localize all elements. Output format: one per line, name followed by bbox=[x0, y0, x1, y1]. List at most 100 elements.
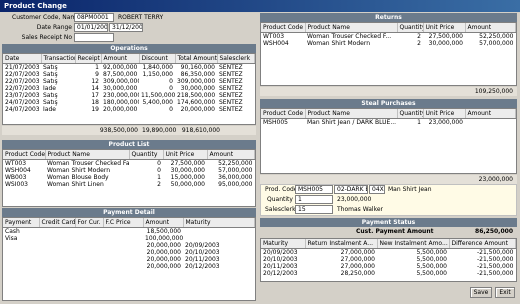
table-row[interactable]: WSI003 Woman Shirt Linen 2 50,000,000 95,000… bbox=[3, 181, 255, 188]
table-row[interactable]: 20/11/2003 27,000,000 5,500,000 -21,500,000 bbox=[261, 263, 516, 270]
table-row[interactable]: WT003 Woman Trouser Checked Fabric 0 27,500… bbox=[3, 159, 255, 167]
table-cell: 28,250,000 bbox=[340, 269, 375, 277]
col-quantity[interactable]: Quantity bbox=[397, 109, 424, 119]
table-cell: 1,150,000 bbox=[142, 70, 173, 78]
quantity-input[interactable]: 1 bbox=[295, 195, 333, 204]
col-unit-price[interactable]: Unit Price bbox=[423, 109, 466, 119]
table-row[interactable]: Cash 18,500,000 bbox=[3, 227, 255, 235]
table-row[interactable]: 24/07/2003 Satış 18 180,000,000 5,400,000 174… bbox=[3, 99, 255, 106]
exit-button[interactable]: Exit bbox=[495, 287, 515, 298]
col-return-instalment[interactable]: Return Instalment A... bbox=[305, 239, 378, 249]
table-cell bbox=[3, 263, 39, 270]
col-quantity[interactable]: Quantity bbox=[129, 150, 164, 160]
table-cell bbox=[103, 256, 143, 263]
table-row[interactable]: MSH005 Man Shirt Jean / DARK BLUE... 1 23,0… bbox=[261, 118, 516, 126]
col-maturity[interactable]: Maturity bbox=[261, 239, 306, 249]
table-cell: 20,000,000 bbox=[103, 105, 138, 113]
col-unit-price[interactable]: Unit Price bbox=[163, 150, 208, 160]
table-row[interactable]: 20/12/2003 28,250,000 5,500,000 -21,500,000 bbox=[261, 270, 516, 277]
sales-receipt-label: Sales Receipt No bbox=[21, 34, 72, 41]
table-row[interactable]: 20,000,000 20/09/2003 bbox=[3, 242, 255, 249]
table-cell: 24/07/2003 bbox=[5, 98, 40, 106]
table-cell: 0 bbox=[169, 105, 173, 113]
col-credit-card[interactable]: Credit Card bbox=[39, 218, 76, 228]
customer-code-input[interactable]: 08PM0001 bbox=[74, 13, 114, 22]
col-amount[interactable]: Amount bbox=[465, 23, 516, 33]
col-receipt[interactable]: Receipt bbox=[75, 54, 102, 64]
cust-payment-label: Cust. Payment Amount bbox=[356, 228, 434, 235]
table-row[interactable]: 22/07/2003 İade 14 30,000,000 0 30,000,000 SEN… bbox=[3, 85, 255, 92]
col-maturity[interactable]: Maturity bbox=[183, 218, 255, 228]
table-cell bbox=[39, 256, 75, 263]
date-range-label: Date Range bbox=[36, 24, 72, 31]
col-amount[interactable]: Amount bbox=[207, 150, 255, 160]
table-row[interactable]: WT003 Woman Trouser Checked F... 2 27,500,0… bbox=[261, 32, 516, 40]
table-cell: Woman Shirt Modern bbox=[307, 39, 370, 47]
table-row[interactable]: 20/09/2003 27,000,000 5,500,000 -21,500,000 bbox=[261, 248, 516, 256]
prod-code-input[interactable]: MSH005 bbox=[295, 185, 333, 194]
table-cell: 20,000,000 bbox=[146, 241, 181, 249]
table-row[interactable]: WSH004 Woman Shirt Modern 2 30,000,000 57,00… bbox=[261, 40, 516, 47]
table-row[interactable]: 21/07/2003 Satış 1 92,000,000 1,840,000 90,16… bbox=[3, 63, 255, 71]
col-for-cur[interactable]: For Cur. bbox=[75, 218, 104, 228]
table-row[interactable]: 20/10/2003 27,000,000 5,500,000 -21,500,000 bbox=[261, 256, 516, 263]
salesclerk-code-input[interactable]: 15 bbox=[295, 205, 333, 214]
table-cell: 22/07/2003 bbox=[5, 77, 40, 85]
table-cell: 57,000,000 bbox=[218, 166, 253, 174]
col-date[interactable]: Date bbox=[3, 54, 42, 64]
table-cell: 5,500,000 bbox=[416, 269, 447, 277]
table-row[interactable]: 20,000,000 20/12/2003 bbox=[3, 263, 255, 270]
col-discount[interactable]: Discount bbox=[139, 54, 176, 64]
col-payment[interactable]: Payment bbox=[3, 218, 40, 228]
table-cell: 20/10/2003 bbox=[185, 248, 220, 256]
cust-payment-amount: 86,250,000 bbox=[475, 228, 513, 235]
table-row[interactable]: 23/07/2003 Satış 17 230,000,000 11,500,000 21… bbox=[3, 92, 255, 99]
table-row[interactable]: 22/07/2003 Satış 9 87,500,000 1,150,000 86,35… bbox=[3, 71, 255, 78]
table-row[interactable]: Visa 100,000,000 bbox=[3, 235, 255, 242]
table-cell: 90,160,000 bbox=[180, 63, 215, 71]
table-row[interactable]: 20,000,000 20/11/2003 bbox=[3, 256, 255, 263]
col-product-name[interactable]: Product Name bbox=[305, 23, 398, 33]
prod-variant-input[interactable]: 02-DARK B bbox=[334, 185, 368, 194]
steal-purchases-total: 23,000,000 bbox=[260, 175, 517, 184]
table-row[interactable]: WB003 Woman Blouse Body 1 15,000,000 36,000,… bbox=[3, 174, 255, 181]
col-new-instalment[interactable]: New Instalment Amo... bbox=[377, 239, 450, 249]
col-amount[interactable]: Amount bbox=[101, 54, 140, 64]
col-product-code[interactable]: Product Code bbox=[3, 150, 46, 160]
operations-header: Operations bbox=[2, 44, 256, 53]
col-total-amount[interactable]: Total Amount bbox=[175, 54, 218, 64]
table-cell: 52,250,000 bbox=[479, 32, 514, 40]
table-cell: 14 bbox=[91, 84, 99, 92]
unit-price-value: 23,000,000 bbox=[337, 196, 372, 203]
col-salesclerk[interactable]: Salesclerk bbox=[217, 54, 255, 64]
steal-purchases-grid: Product Code Product Name Quantity Unit … bbox=[260, 108, 517, 174]
table-cell: 230,000,000 bbox=[103, 91, 139, 99]
operations-totals: 938,500,000 19,890,000 918,610,000 bbox=[2, 126, 256, 135]
col-quantity[interactable]: Quantity bbox=[397, 23, 424, 33]
table-row[interactable]: WSH004 Woman Shirt Modern 0 30,000,000 57,00… bbox=[3, 167, 255, 174]
payment-status-grid: Maturity Return Instalment A... New Inst… bbox=[260, 238, 517, 282]
col-product-name[interactable]: Product Name bbox=[305, 109, 398, 119]
payment-status-header: Payment Status bbox=[260, 218, 517, 227]
col-fc-price[interactable]: F.C Price bbox=[103, 218, 144, 228]
col-difference-amount[interactable]: Difference Amount bbox=[449, 239, 516, 249]
table-cell: 5,400,000 bbox=[142, 98, 173, 106]
table-row[interactable]: 22/07/2003 Satış 12 309,000,000 0 309,000,000… bbox=[3, 78, 255, 85]
table-row[interactable]: 24/07/2003 İade 19 20,000,000 0 20,000,000 SEN… bbox=[3, 106, 255, 113]
date-from-input[interactable]: 01/01/2003 bbox=[74, 23, 108, 32]
table-cell: 50,000,000 bbox=[170, 180, 205, 188]
prod-size-input[interactable]: 04X bbox=[369, 185, 385, 194]
sales-receipt-input[interactable] bbox=[74, 33, 114, 42]
col-product-code[interactable]: Product Code bbox=[261, 23, 306, 33]
table-cell bbox=[3, 242, 39, 249]
col-product-name[interactable]: Product Name bbox=[45, 150, 130, 160]
col-transaction[interactable]: Transaction bbox=[41, 54, 76, 64]
save-button[interactable]: Save bbox=[470, 287, 492, 298]
table-row[interactable]: 20,000,000 20/10/2003 bbox=[3, 249, 255, 256]
table-cell: Cash bbox=[5, 227, 20, 235]
col-amount[interactable]: Amount bbox=[465, 109, 516, 119]
col-amount[interactable]: Amount bbox=[143, 218, 184, 228]
date-to-input[interactable]: 31/12/2003 bbox=[109, 23, 143, 32]
col-product-code[interactable]: Product Code bbox=[261, 109, 306, 119]
col-unit-price[interactable]: Unit Price bbox=[423, 23, 466, 33]
